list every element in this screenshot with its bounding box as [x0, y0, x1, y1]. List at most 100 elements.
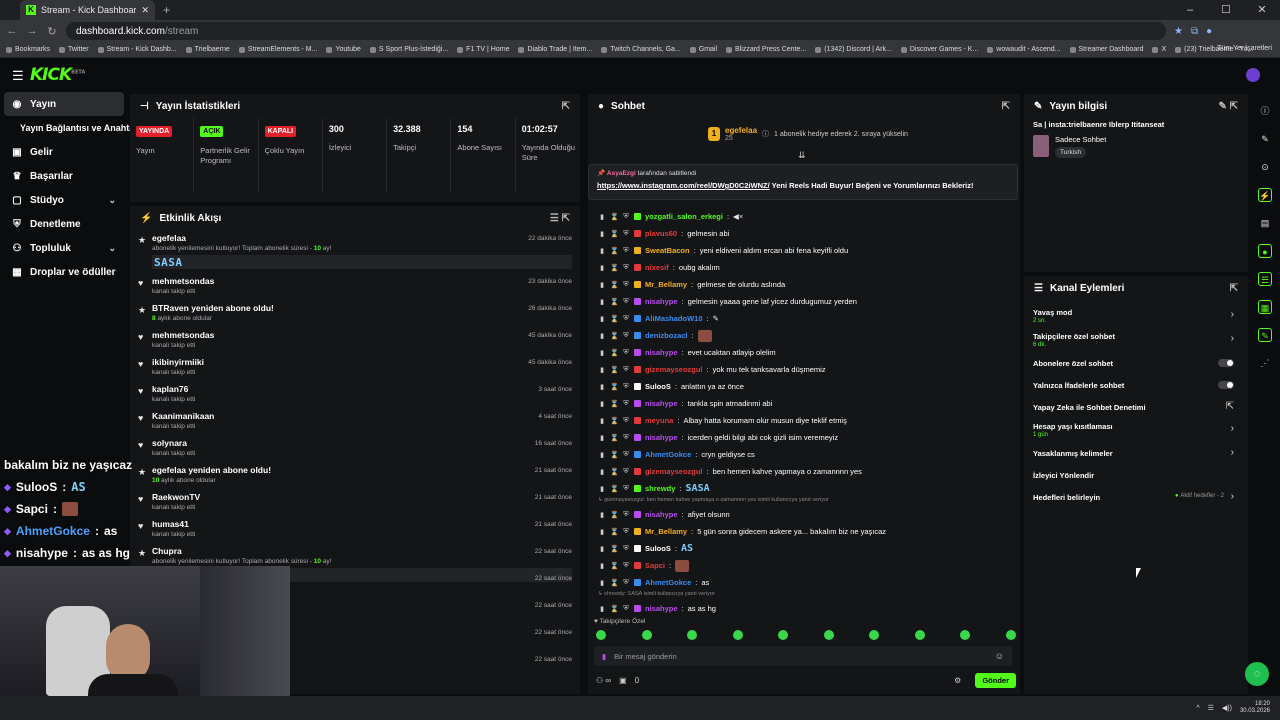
extensions-icon[interactable]: ⧉ [1191, 26, 1198, 37]
sidebar-item-gelir[interactable]: ▣ Gelir [0, 140, 128, 164]
timeout-icon[interactable]: ⌛ [610, 417, 619, 425]
chat-message[interactable]: ▮ ⌛ ⛨ SulooS: AS [588, 540, 1018, 557]
pin-action-icon[interactable]: ▮ [598, 468, 606, 476]
activity-user[interactable]: ikibinyirmiiki [152, 357, 572, 367]
pin-action-icon[interactable]: ▮ [598, 247, 606, 255]
list-icon[interactable]: ☰ [1258, 272, 1272, 286]
chat-message[interactable]: ▮ ⌛ ⛨ Sapci: [588, 557, 1018, 574]
timeout-icon[interactable]: ⌛ [610, 383, 619, 391]
chat-username[interactable]: AhmetGokce [645, 578, 691, 587]
bookmark-item[interactable]: wowaudit - Ascend... [987, 46, 1061, 53]
chat-input[interactable]: ▮ Bir mesaj gönderin ☺ [594, 646, 1012, 666]
ban-icon[interactable]: ⛨ [622, 451, 630, 459]
chat-username[interactable]: SulooS [645, 544, 671, 553]
bookmark-item[interactable]: Discover Games - K... [900, 46, 978, 53]
activity-user[interactable]: solynara [152, 438, 572, 448]
ban-icon[interactable]: ⛨ [622, 332, 630, 340]
forward-icon[interactable]: → [26, 25, 38, 37]
chat-message[interactable]: ▮ ⌛ ⛨ nisahype: gelmesin yaaaa gene laf yice… [588, 293, 1018, 310]
chat-username[interactable]: SweatBacon [645, 246, 690, 255]
activity-user[interactable]: kaplan76 [152, 384, 572, 394]
quick-emote-icon[interactable] [960, 630, 971, 640]
timeout-icon[interactable]: ⌛ [610, 485, 619, 493]
bookmark-item[interactable]: Blizzard Press Cente... [726, 46, 806, 53]
sidebar-item-droplar-ve-ödüller[interactable]: ▦ Droplar ve ödüller [0, 260, 128, 284]
toggle-switch[interactable] [1218, 381, 1234, 389]
share-icon[interactable]: ⋰ [1258, 356, 1272, 370]
chat-message[interactable]: ▮ ⌛ ⛨ SulooS: anlattın ya az önce [588, 378, 1018, 395]
bookmark-item[interactable]: Bookmarks [6, 46, 50, 53]
close-window-icon[interactable]: ✕ [1244, 0, 1280, 20]
timeout-icon[interactable]: ⌛ [610, 281, 619, 289]
pinned-link[interactable]: https://www.instagram.com/reel/DWgD0C2iW… [597, 181, 770, 190]
chat-message[interactable]: ▮ ⌛ ⛨ yozgatli_salon_erkegi: ◀× [588, 208, 1018, 225]
chat-message[interactable]: ▮ ⌛ ⛨ AhmetGokce: as [588, 574, 1018, 591]
quick-emote-icon[interactable] [641, 630, 652, 640]
kick-logo[interactable]: KICKBETA [30, 65, 85, 85]
chat-message[interactable]: ▮ ⌛ ⛨ Mr_Bellamy:5 gün sonra gidecem askere… [588, 523, 1018, 540]
chat-message[interactable]: ▮ ⌛ ⛨ AliMashadoW10: ✎ [588, 310, 1018, 327]
pin-action-icon[interactable]: ▮ [598, 400, 606, 408]
chat-username[interactable]: meyuna [645, 416, 673, 425]
menu-icon[interactable]: ☰ [12, 68, 24, 84]
chat-username[interactable]: SulooS [645, 382, 671, 391]
chat-message[interactable]: ▮ ⌛ ⛨ SweatBacon: yeni eldiveni aldım ercan … [588, 242, 1018, 259]
chat-username[interactable]: Mr_Bellamy [645, 280, 687, 289]
ban-icon[interactable]: ⛨ [622, 528, 630, 536]
bookmark-item[interactable]: Diablo Trade | Item... [518, 46, 592, 53]
chat-message[interactable]: ▮ ⌛ ⛨ Mr_Bellamy: gelmese de olurdu aslında [588, 276, 1018, 293]
bookmark-item[interactable]: Stream - Kick Dashb... [97, 46, 177, 53]
bookmark-item[interactable]: S Sport Plus-İstediği... [369, 46, 448, 53]
chat-bubble-icon[interactable]: ● [1258, 244, 1272, 258]
profile-icon[interactable]: ● [1206, 26, 1212, 37]
ban-icon[interactable]: ⛨ [622, 247, 630, 255]
timeout-icon[interactable]: ⌛ [610, 579, 619, 587]
target-icon[interactable]: ⊙ [1258, 160, 1272, 174]
chat-message[interactable]: ▮ ⌛ ⛨ nixesif: oubg akalım [588, 259, 1018, 276]
mic-icon[interactable]: ▮ [602, 652, 606, 661]
chat-username[interactable]: denizbozacl [645, 331, 688, 340]
pinned-message[interactable]: 📌 AsyaEzgi tarafından sabitlendi https:/… [588, 164, 1018, 200]
chevron-right-icon[interactable]: › [1231, 423, 1234, 434]
quick-emote-icon[interactable] [596, 630, 606, 640]
timeout-icon[interactable]: ⌛ [610, 434, 619, 442]
ban-icon[interactable]: ⛨ [622, 545, 630, 553]
ban-icon[interactable]: ⛨ [622, 468, 630, 476]
channel-action-row[interactable]: Yalnızca İfadelerle sohbet [1024, 374, 1248, 396]
external-link-icon[interactable]: ⇱ [1226, 401, 1234, 412]
chat-username[interactable]: nisahype [645, 297, 678, 306]
ban-icon[interactable]: ⛨ [622, 605, 630, 613]
timeout-icon[interactable]: ⌛ [610, 400, 619, 408]
chevron-right-icon[interactable]: › [1231, 309, 1234, 320]
pin-action-icon[interactable]: ▮ [598, 298, 606, 306]
chat-username[interactable]: AliMashadoW10 [645, 314, 703, 323]
chat-username[interactable]: nisahype [645, 604, 678, 613]
popout-icon[interactable]: ⇱ [562, 101, 570, 112]
chat-message[interactable]: ▮ ⌛ ⛨ nisahype: evet ucaktan atlayip olelim [588, 344, 1018, 361]
chat-username[interactable]: nisahype [645, 399, 678, 408]
ban-icon[interactable]: ⛨ [622, 579, 630, 587]
channel-action-row[interactable]: Hedefleri belirleyin › ● Aktif hedefler - … [1024, 486, 1248, 508]
network-icon[interactable]: ☰ [1208, 704, 1214, 712]
chat-username[interactable]: gizemayseozgul [645, 467, 703, 476]
chevron-right-icon[interactable]: › [1231, 333, 1234, 344]
ban-icon[interactable]: ⛨ [622, 383, 630, 391]
emoji-picker-icon[interactable]: ☺ [995, 651, 1004, 661]
pin-action-icon[interactable]: ▮ [598, 349, 606, 357]
timeout-icon[interactable]: ⌛ [610, 451, 619, 459]
chat-username[interactable]: AhmetGokce [645, 450, 691, 459]
ban-icon[interactable]: ⛨ [622, 400, 630, 408]
timeout-icon[interactable]: ⌛ [610, 315, 619, 323]
quick-emote-icon[interactable] [1005, 630, 1016, 640]
bookmark-item[interactable]: Trielbaerne [185, 46, 230, 53]
pin-action-icon[interactable]: ▮ [598, 230, 606, 238]
bookmark-star-icon[interactable]: ★ [1174, 26, 1183, 37]
pin-action-icon[interactable]: ▮ [598, 511, 606, 519]
pin-action-icon[interactable]: ▮ [598, 579, 606, 587]
chevron-right-icon[interactable]: › [1231, 447, 1234, 458]
timeout-icon[interactable]: ⌛ [610, 605, 619, 613]
timeout-icon[interactable]: ⌛ [610, 366, 619, 374]
chat-username[interactable]: plavus60 [645, 229, 677, 238]
system-clock[interactable]: 18:20 30.03.2026 [1240, 701, 1270, 715]
chat-username[interactable]: nisahype [645, 348, 678, 357]
